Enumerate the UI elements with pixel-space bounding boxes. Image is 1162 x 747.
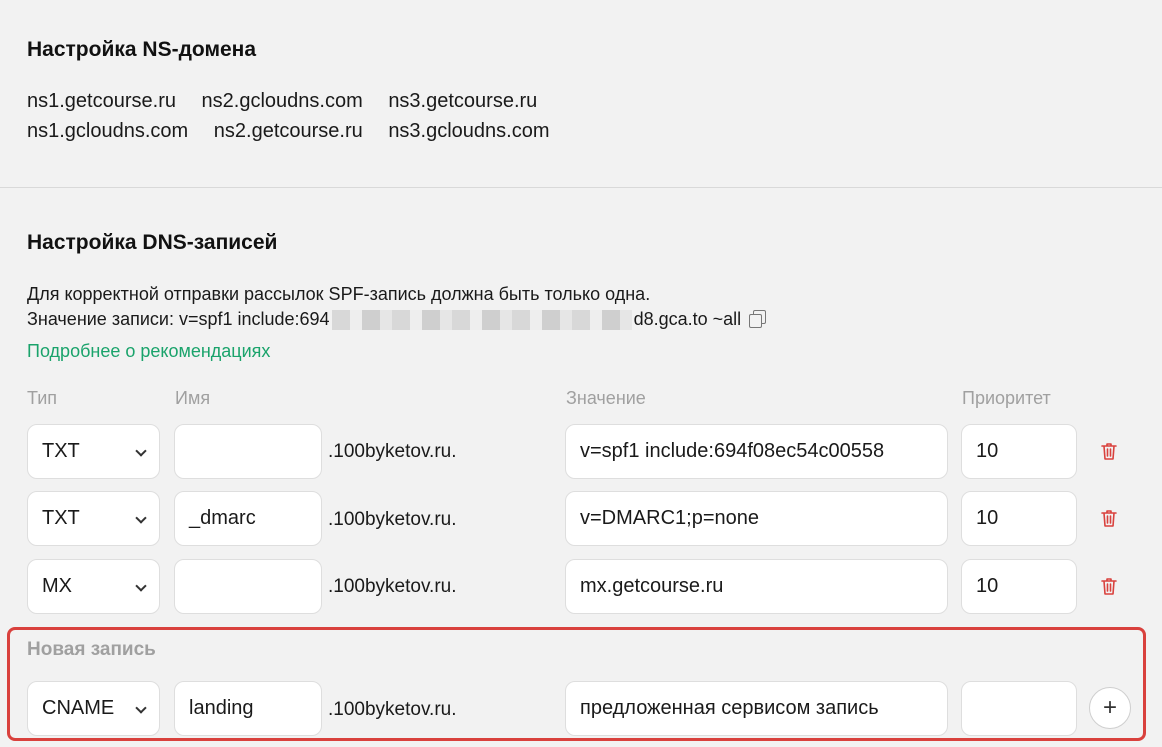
column-value-label: Значение [566,388,646,408]
copy-icon[interactable] [749,310,767,328]
chevron-down-icon [135,702,147,714]
record-type-value: MX [42,575,72,597]
chevron-down-icon [135,445,147,457]
ns-section-title: Настройка NS-домена [27,38,257,61]
record-name-input[interactable]: _dmarc [174,491,322,546]
add-record-button[interactable]: + [1089,687,1131,729]
new-record-name-input[interactable]: landing [174,681,322,736]
record-type-select[interactable]: TXT [27,424,160,479]
domain-suffix: .100byketov.ru. [328,576,457,597]
spf-value-suffix: d8.gca.to ~all [633,309,742,329]
spf-value-prefix: Значение записи: v=spf1 include:694 [27,309,330,329]
spf-note: Для корректной отправки рассылок SPF-зап… [27,284,651,304]
column-priority-label: Приоритет [962,388,1051,408]
record-priority-input[interactable]: 10 [961,491,1077,546]
domain-suffix: .100byketov.ru. [328,509,457,530]
new-record-label: Новая запись [27,639,156,660]
record-value-input[interactable]: mx.getcourse.ru [565,559,948,614]
ns-server: ns1.gcloudns.com [27,120,189,142]
record-priority-input[interactable]: 10 [961,559,1077,614]
recommendations-link[interactable]: Подробнее о рекомендациях [27,341,270,362]
record-value-input[interactable]: v=DMARC1;p=none [565,491,948,546]
ns-servers-row-1: ns1.getcourse.ru ns2.gcloudns.com ns3.ge… [27,90,557,113]
record-type-select[interactable]: TXT [27,491,160,546]
section-divider [0,187,1162,188]
spf-value-line: Значение записи: v=spf1 include:694 d8.gc… [27,309,767,331]
record-name-input[interactable] [174,559,322,614]
domain-suffix: .100byketov.ru. [328,699,457,720]
ns-server: ns3.gcloudns.com [388,120,550,142]
new-record-priority-input[interactable] [961,681,1077,736]
chevron-down-icon [135,512,147,524]
trash-icon[interactable] [1101,509,1117,527]
new-record-value-input[interactable]: предложенная сервисом запись [565,681,948,736]
trash-icon[interactable] [1101,442,1117,460]
domain-suffix: .100byketov.ru. [328,441,457,462]
record-priority-input[interactable]: 10 [961,424,1077,479]
chevron-down-icon [135,580,147,592]
redacted-value [331,310,632,331]
trash-icon[interactable] [1101,577,1117,595]
column-type-label: Тип [27,388,58,408]
column-name-label: Имя [175,388,211,408]
record-type-value: TXT [42,440,80,462]
ns-server: ns2.gcloudns.com [201,90,363,112]
plus-icon: + [1102,694,1117,721]
ns-server: ns2.getcourse.ru [213,120,363,142]
ns-server: ns3.getcourse.ru [388,90,538,112]
ns-servers-row-2: ns1.gcloudns.com ns2.getcourse.ru ns3.gc… [27,120,570,143]
record-type-value: TXT [42,507,80,529]
record-type-select[interactable]: MX [27,559,160,614]
record-name-input[interactable] [174,424,322,479]
ns-server: ns1.getcourse.ru [27,90,176,112]
new-record-type-value: CNAME [42,697,115,719]
new-record-type-select[interactable]: CNAME [27,681,160,736]
dns-section-title: Настройка DNS-записей [27,231,278,254]
record-value-input[interactable]: v=spf1 include:694f08ec54c00558 [565,424,948,479]
